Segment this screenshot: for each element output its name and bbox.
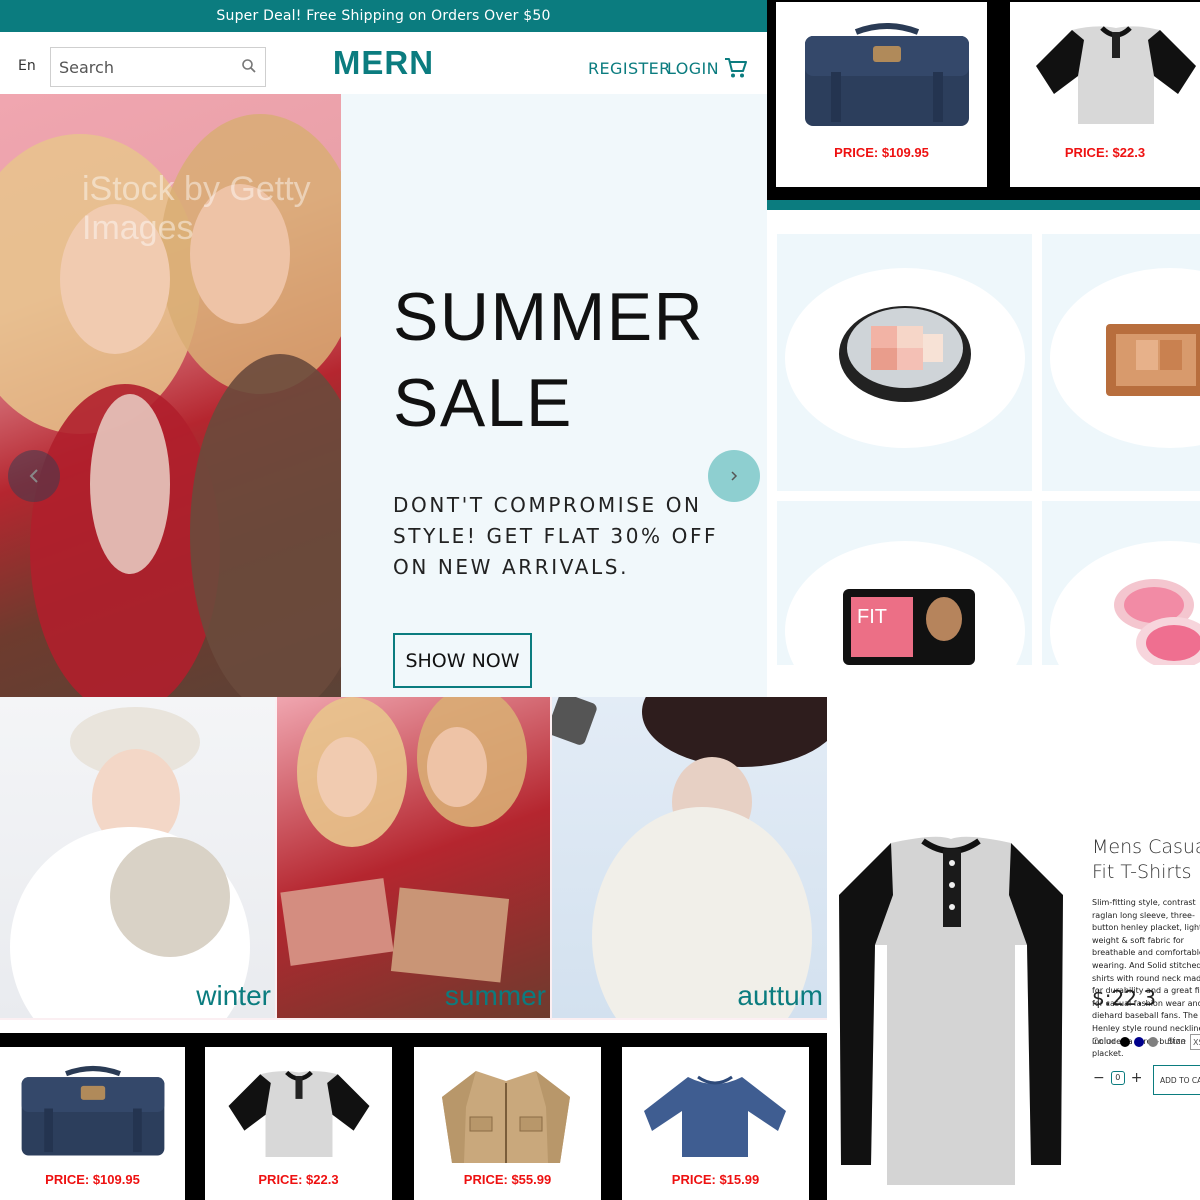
color-swatch-black[interactable]	[1119, 1037, 1130, 1047]
product-price: $:22.3	[1092, 986, 1156, 1010]
bronzer-palette-icon	[1106, 324, 1200, 396]
product-card[interactable]: PRICE: $55.99	[414, 1047, 601, 1200]
product-price: PRICE: $15.99	[671, 1172, 760, 1187]
product-image	[839, 836, 1063, 1185]
search-icon[interactable]	[241, 58, 257, 74]
divider-bar	[767, 200, 1200, 210]
shopping-cart-icon[interactable]	[724, 57, 748, 79]
hero-title-line-2: SALE	[393, 365, 573, 441]
raglan-shirt-icon	[228, 1070, 370, 1158]
search-box[interactable]	[50, 47, 266, 87]
hero-title-line-1: SUMMER	[393, 279, 705, 355]
navbar: En MERN REGISTER LOGIN	[0, 32, 767, 94]
size-select[interactable]: XS	[1189, 1034, 1200, 1050]
announcement-bar: Super Deal! Free Shipping on Orders Over…	[0, 0, 767, 32]
cosmetic-card[interactable]	[777, 234, 1032, 491]
color-swatch-gray[interactable]	[1147, 1037, 1158, 1047]
raglan-shirt-icon	[1036, 26, 1196, 124]
long-sleeve-shirt-icon	[644, 1075, 786, 1157]
slider-prev-button[interactable]	[8, 450, 60, 502]
chevron-left-icon	[29, 469, 38, 483]
product-card[interactable]: PRICE: $109.95	[0, 1047, 185, 1200]
show-now-button[interactable]: SHOW NOW	[393, 633, 532, 688]
fit-me-blush-icon: FIT	[843, 589, 975, 665]
category-card-autumn[interactable]: auttum	[552, 697, 827, 1018]
chevron-right-icon	[731, 471, 738, 481]
product-detail: Mens Casual Fit T-Shirts Slim-fitting st…	[827, 665, 1200, 1200]
search-input[interactable]	[59, 57, 229, 77]
logo[interactable]: MERN	[333, 44, 434, 81]
category-card-winter[interactable]: winter	[0, 697, 275, 1018]
bag-icon	[21, 1065, 165, 1156]
product-price: PRICE: $22.3	[1064, 145, 1146, 160]
language-selector[interactable]: En	[18, 58, 36, 74]
color-label: Color	[1092, 1037, 1116, 1047]
category-label: winter	[196, 980, 271, 1011]
category-label: summer	[444, 980, 546, 1011]
color-swatch-darkblue[interactable]	[1133, 1037, 1144, 1047]
minus-icon[interactable]: −	[1093, 1070, 1105, 1086]
watermark-text: iStock by Getty Images	[82, 170, 311, 247]
product-card[interactable]: PRICE: $109.95	[776, 2, 987, 187]
category-strip: winter summer auttum	[0, 697, 827, 1020]
hero-subtitle: DONT'T COMPROMISE ON STYLE! GET FLAT 30%…	[393, 493, 719, 579]
login-link[interactable]: LOGIN	[667, 59, 719, 78]
product-price: PRICE: $22.3	[258, 1172, 339, 1187]
product-card[interactable]: PRICE: $22.3	[1010, 2, 1200, 187]
quantity-stepper: − 0 +	[1093, 1070, 1142, 1086]
cosmetics-grid: FIT	[767, 210, 1200, 665]
add-to-cart-button[interactable]: ADD TO CART	[1153, 1065, 1200, 1095]
hero-slider: iStock by Getty Images SUMMER SALE DONT'…	[0, 94, 767, 697]
hero-image: iStock by Getty Images	[0, 94, 341, 697]
bag-icon	[805, 23, 969, 126]
cosmetic-card[interactable]	[1042, 234, 1200, 491]
storefront-home: Super Deal! Free Shipping on Orders Over…	[0, 0, 767, 697]
product-card[interactable]: PRICE: $15.99	[622, 1047, 809, 1200]
category-card-summer[interactable]: summer	[277, 697, 550, 1018]
register-link[interactable]: REGISTER	[588, 59, 671, 78]
product-price: PRICE: $109.95	[45, 1172, 140, 1187]
top-products-panel: PRICE: $109.95 PRICE: $22.3	[767, 0, 1200, 210]
jacket-icon	[442, 1071, 570, 1163]
product-title: Mens Casual Fit T-Shirts	[1092, 836, 1200, 883]
quantity-value: 0	[1110, 1071, 1125, 1085]
product-card[interactable]: PRICE: $22.3	[205, 1047, 392, 1200]
pink-blush-icon	[1114, 579, 1200, 665]
svg-text:FIT: FIT	[857, 606, 887, 628]
announcement-text: Super Deal! Free Shipping on Orders Over…	[216, 8, 551, 24]
size-label: Size	[1167, 1037, 1186, 1047]
cosmetic-card[interactable]	[1042, 501, 1200, 665]
plus-icon[interactable]: +	[1131, 1070, 1143, 1086]
hero-title: SUMMER SALE	[393, 274, 733, 446]
powder-compact-icon	[839, 306, 971, 402]
category-label: auttum	[737, 980, 823, 1011]
product-price: PRICE: $55.99	[463, 1172, 552, 1187]
product-price: PRICE: $109.95	[834, 145, 929, 160]
cosmetic-card[interactable]: FIT	[777, 501, 1032, 665]
bottom-products-strip: PRICE: $109.95 PRICE: $22.3 PRICE: $55.9…	[0, 1033, 827, 1200]
product-options: Color Size XS	[1092, 1034, 1200, 1050]
slider-next-button[interactable]	[708, 450, 760, 502]
